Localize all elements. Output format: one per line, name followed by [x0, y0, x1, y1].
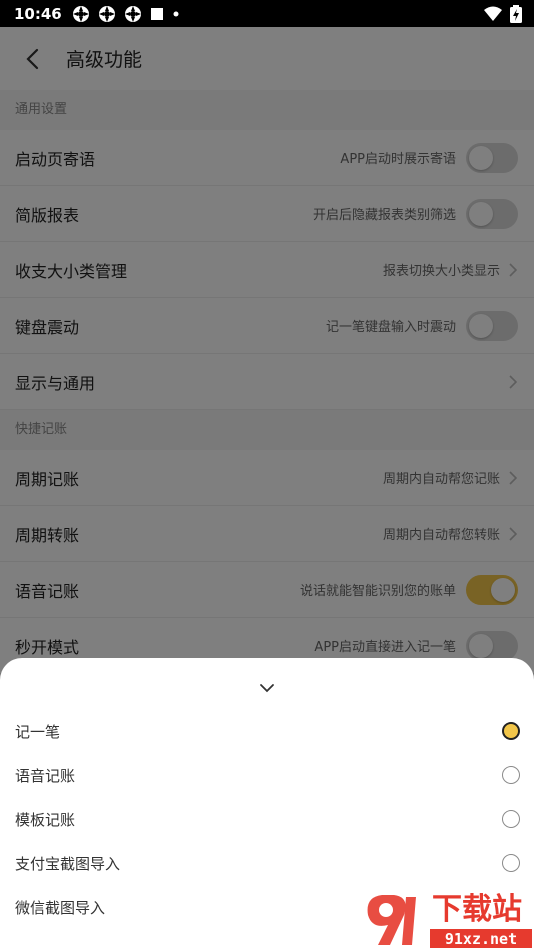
radio-unselected[interactable] [502, 810, 520, 828]
option-label: 微信截图导入 [15, 898, 106, 917]
radio-unselected[interactable] [502, 854, 520, 872]
radio-unselected[interactable] [502, 766, 520, 784]
status-bar: 10:46 [0, 0, 534, 27]
option-label: 支付宝截图导入 [15, 854, 121, 873]
watermark-title: 下载站 [432, 892, 522, 927]
option-label: 模板记账 [15, 810, 76, 829]
sheet-option-voice[interactable]: 语音记账 [0, 753, 534, 797]
chevron-down-icon[interactable] [257, 680, 277, 696]
radio-selected[interactable] [502, 722, 520, 740]
status-time: 10:46 [14, 4, 62, 23]
watermark-domain: 91xz.net [445, 930, 517, 948]
notification-icon [72, 5, 89, 22]
sheet-option-template[interactable]: 模板记账 [0, 797, 534, 841]
wifi-icon [484, 6, 502, 21]
notification-icon [98, 5, 115, 22]
sheet-option-record[interactable]: 记一笔 [0, 709, 534, 753]
battery-icon [510, 4, 522, 23]
dot-icon [173, 11, 179, 16]
notification-icon [124, 5, 141, 22]
watermark-logo: 下载站 91xz.net [367, 892, 532, 948]
option-label: 记一笔 [15, 722, 61, 741]
square-icon [150, 7, 163, 20]
sheet-option-alipay-import[interactable]: 支付宝截图导入 [0, 841, 534, 885]
notification-icons [72, 5, 180, 23]
option-label: 语音记账 [15, 766, 76, 785]
